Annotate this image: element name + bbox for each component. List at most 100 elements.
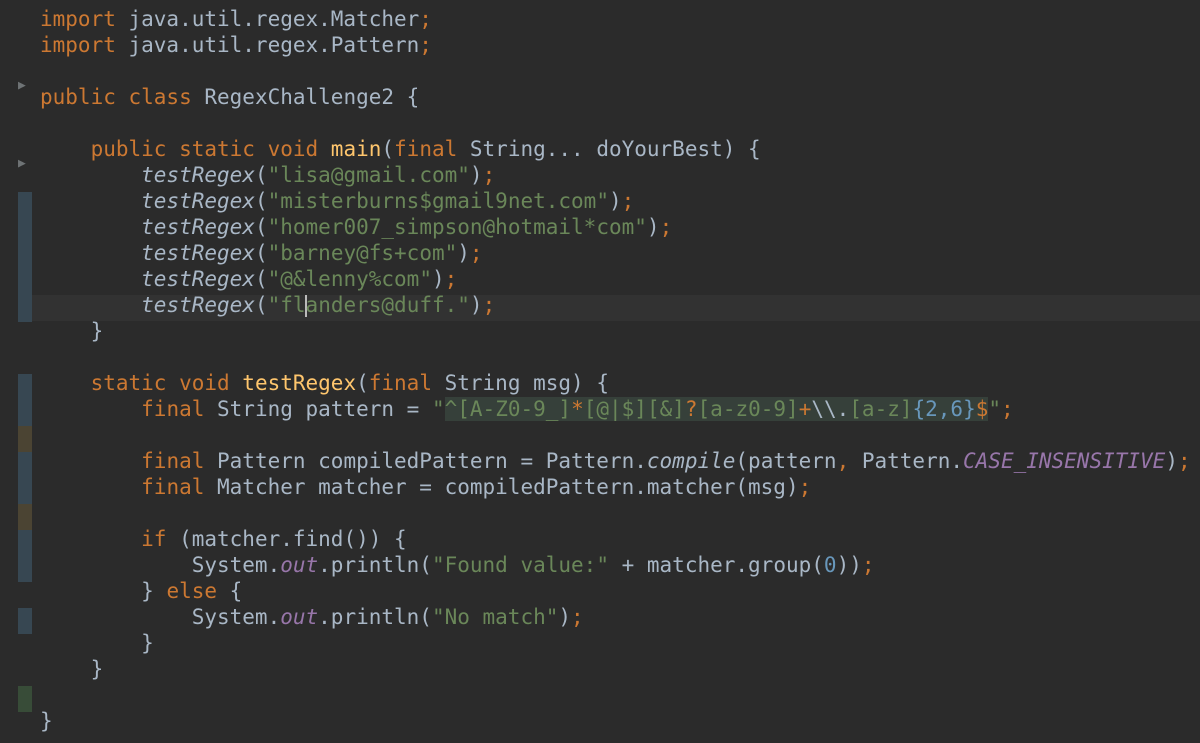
code-token: java.util.regex.Matcher xyxy=(115,7,420,31)
code-token: [&] xyxy=(646,397,685,421)
code-token: "Found value:" xyxy=(431,553,609,577)
code-token: "lisa@gmail.com" xyxy=(267,163,470,187)
code-token: String msg) { xyxy=(444,371,609,395)
code-token: \\. xyxy=(811,397,850,421)
code-line[interactable]: final Pattern compiledPattern = Pattern.… xyxy=(40,448,1191,474)
code-line[interactable]: public class RegexChallenge2 { xyxy=(40,84,419,110)
code-line[interactable]: testRegex("homer007_simpson@hotmail*com"… xyxy=(40,214,672,240)
code-token: ; xyxy=(1177,449,1191,473)
code-token: "barney@fs+com" xyxy=(267,241,458,265)
change-marker xyxy=(18,374,32,426)
code-token: } xyxy=(40,319,104,343)
code-line[interactable]: } xyxy=(40,656,104,682)
code-line[interactable]: final String pattern = "^[A-Z0-9_]*[@|$]… xyxy=(40,396,1014,422)
fold-arrow-icon[interactable]: ▶ xyxy=(18,78,26,93)
code-line[interactable]: if (matcher.find()) { xyxy=(40,526,407,552)
code-token: else xyxy=(166,579,230,603)
code-token: ; xyxy=(621,189,635,213)
code-token: final xyxy=(141,449,218,473)
code-token: (pattern xyxy=(735,449,837,473)
code-token: + xyxy=(798,397,812,421)
code-token: java.util.regex.Pattern xyxy=(115,33,420,57)
code-line[interactable]: System.out.println("Found value:" + matc… xyxy=(40,552,875,578)
code-token: ) xyxy=(1165,449,1178,473)
change-marker xyxy=(18,686,32,712)
code-line[interactable]: import java.util.regex.Pattern; xyxy=(40,32,432,58)
code-token: ( xyxy=(254,293,268,317)
code-token: ; xyxy=(444,267,458,291)
code-token: testRegex xyxy=(141,215,255,239)
code-editor[interactable]: ▶ ▶ import java.util.regex.Matcher; impor… xyxy=(0,0,1200,743)
code-token: 0 xyxy=(823,553,837,577)
code-token: ( xyxy=(254,267,268,291)
code-token: out xyxy=(280,553,319,577)
code-token: testRegex xyxy=(141,241,255,265)
code-token: testRegex xyxy=(141,163,255,187)
code-line[interactable]: } else { xyxy=(40,578,242,604)
code-token: ; xyxy=(482,293,496,317)
code-token: String pattern = xyxy=(217,397,432,421)
code-token: , xyxy=(836,449,862,473)
code-token: final xyxy=(141,397,218,421)
code-token: CASE_INSENSITIVE xyxy=(963,449,1166,473)
code-token: { xyxy=(229,579,243,603)
code-token: ) xyxy=(608,189,622,213)
code-line[interactable]: import java.util.regex.Matcher; xyxy=(40,6,432,32)
code-token: final xyxy=(141,475,218,499)
code-token: } xyxy=(40,631,154,655)
code-token: final xyxy=(368,371,445,395)
code-token: ( xyxy=(356,371,369,395)
code-token: ; xyxy=(861,553,875,577)
code-token: testRegex xyxy=(141,267,255,291)
code-token: [a-z] xyxy=(849,397,913,421)
code-token: "misterburns$gmail9net.com" xyxy=(267,189,609,213)
code-token: ; xyxy=(659,215,673,239)
code-line[interactable]: } xyxy=(40,318,104,344)
code-line[interactable]: testRegex("misterburns$gmail9net.com"); xyxy=(40,188,634,214)
code-token: ^ xyxy=(444,397,458,421)
code-token: main xyxy=(330,137,382,161)
code-line[interactable]: static void testRegex(final String msg) … xyxy=(40,370,609,396)
code-token: ( xyxy=(254,189,268,213)
fold-arrow-icon[interactable]: ▶ xyxy=(18,156,26,171)
code-token: ? xyxy=(684,397,698,421)
code-line[interactable]: } xyxy=(40,708,53,734)
code-token: "@&lenny%com" xyxy=(267,267,432,291)
code-token: ( xyxy=(254,163,268,187)
code-token: out xyxy=(280,605,319,629)
code-token: ) xyxy=(469,293,483,317)
code-token: ; xyxy=(482,163,496,187)
code-token: (matcher.find()) { xyxy=(179,527,407,551)
code-token: ) xyxy=(558,605,572,629)
code-token: " xyxy=(431,397,445,421)
code-line[interactable]: } xyxy=(40,630,154,656)
code-line[interactable]: final Matcher matcher = compiledPattern.… xyxy=(40,474,811,500)
code-token: ; xyxy=(1001,397,1014,421)
code-line[interactable]: testRegex("flanders@duff."); xyxy=(40,292,495,318)
code-token: "No match" xyxy=(431,605,559,629)
code-line[interactable]: public static void main(final String... … xyxy=(40,136,761,162)
code-token: {2,6} xyxy=(912,397,976,421)
code-token: System. xyxy=(40,553,281,577)
code-token: .println( xyxy=(318,605,432,629)
code-token: Pattern compiledPattern = Pattern. xyxy=(217,449,647,473)
code-line[interactable]: testRegex("@&lenny%com"); xyxy=(40,266,457,292)
code-line[interactable]: System.out.println("No match"); xyxy=(40,604,584,630)
code-token: System. xyxy=(40,605,281,629)
code-token: * xyxy=(571,397,584,421)
code-line[interactable]: testRegex("barney@fs+com"); xyxy=(40,240,482,266)
code-token: compile xyxy=(646,449,736,473)
code-token: Pattern. xyxy=(861,449,964,473)
change-marker xyxy=(18,426,32,452)
code-line[interactable]: testRegex("lisa@gmail.com"); xyxy=(40,162,495,188)
code-token: ( xyxy=(381,137,395,161)
